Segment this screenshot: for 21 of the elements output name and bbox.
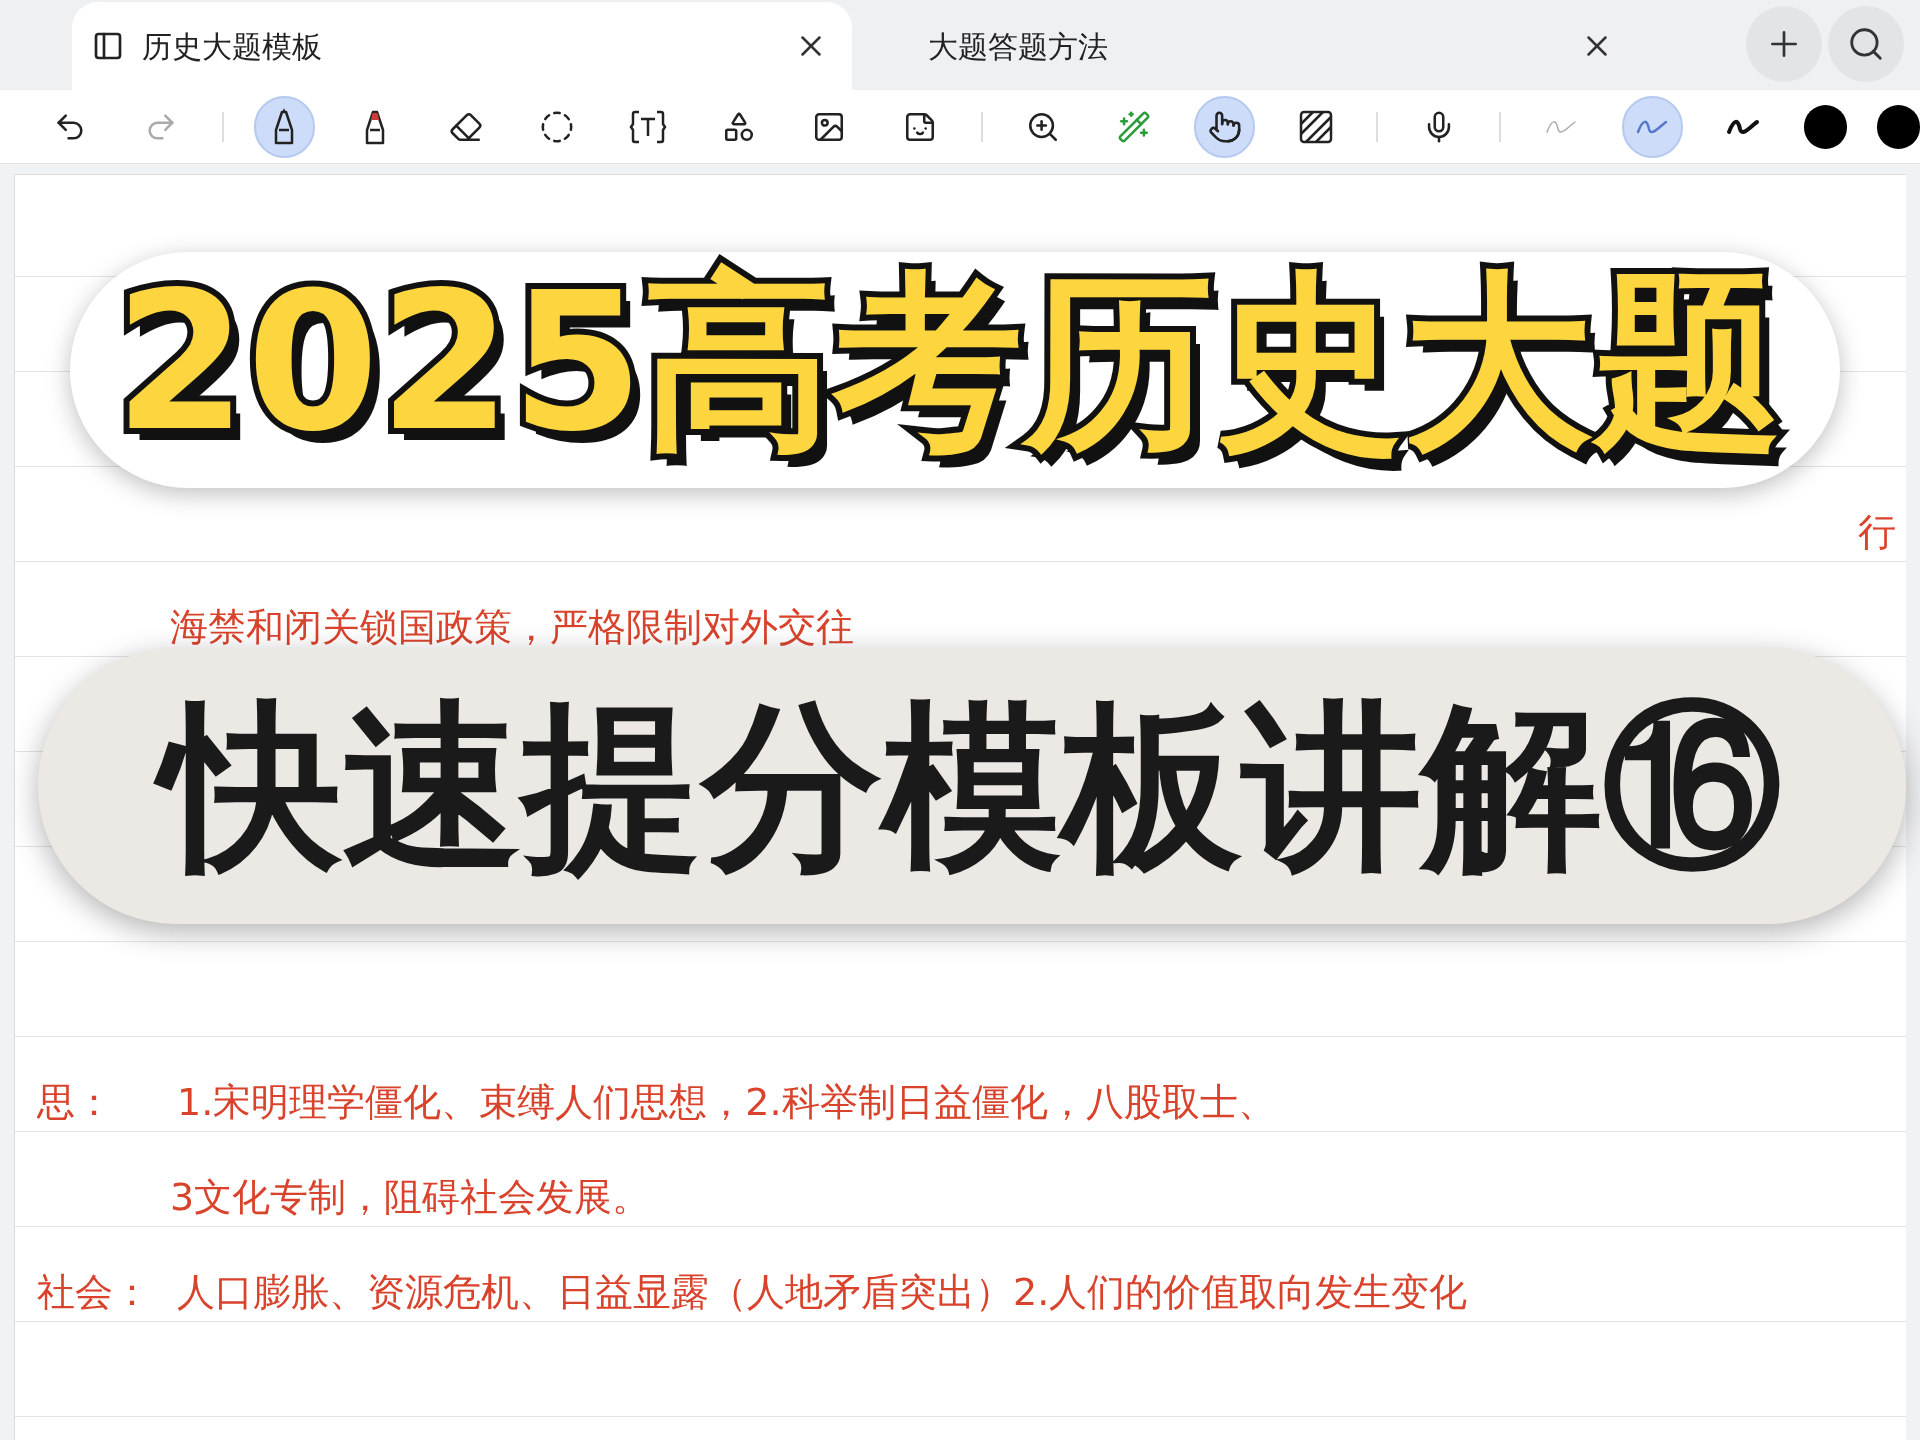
dashed-circle-icon — [539, 109, 574, 144]
tab-title: 历史大题模板 — [142, 27, 322, 66]
tab[interactable]: 历史大题模板 — [72, 2, 852, 90]
tab-title: 大题答题方法 — [928, 27, 1108, 66]
color-swatch[interactable] — [1803, 104, 1847, 149]
handwritten-note: 行 — [1858, 513, 1896, 551]
handwritten-note: 人口膨胀、资源危机、日益显露（人地矛盾突出）2.人们的价值取向发生变化 — [177, 1273, 1468, 1311]
tab[interactable]: 大题答题方法 — [858, 2, 1638, 90]
banner-subtitle: 快速提分模板讲解⑯ — [154, 673, 1790, 899]
notebook-icon — [92, 30, 124, 62]
search-icon — [1847, 25, 1885, 63]
hand-pointer-icon — [1207, 109, 1242, 144]
handwritten-note: 1.宋明理学僵化、束缚人们思想，2.科举制日益僵化，八股取士、 — [177, 1083, 1276, 1121]
note-label: 思： — [37, 1083, 114, 1121]
color-swatch[interactable] — [1876, 104, 1920, 149]
wand-icon — [1117, 109, 1151, 144]
handwritten-note: 3文化专制，阻碍社会发展。 — [170, 1178, 651, 1216]
banner-title: 2025高考历史大题 — [113, 251, 1785, 475]
note-label: 社会： — [37, 1273, 152, 1311]
handwritten-note: 海禁和闭关锁国政策，严格限制对外交往 — [170, 608, 854, 646]
hatched-square-icon — [1297, 108, 1334, 145]
